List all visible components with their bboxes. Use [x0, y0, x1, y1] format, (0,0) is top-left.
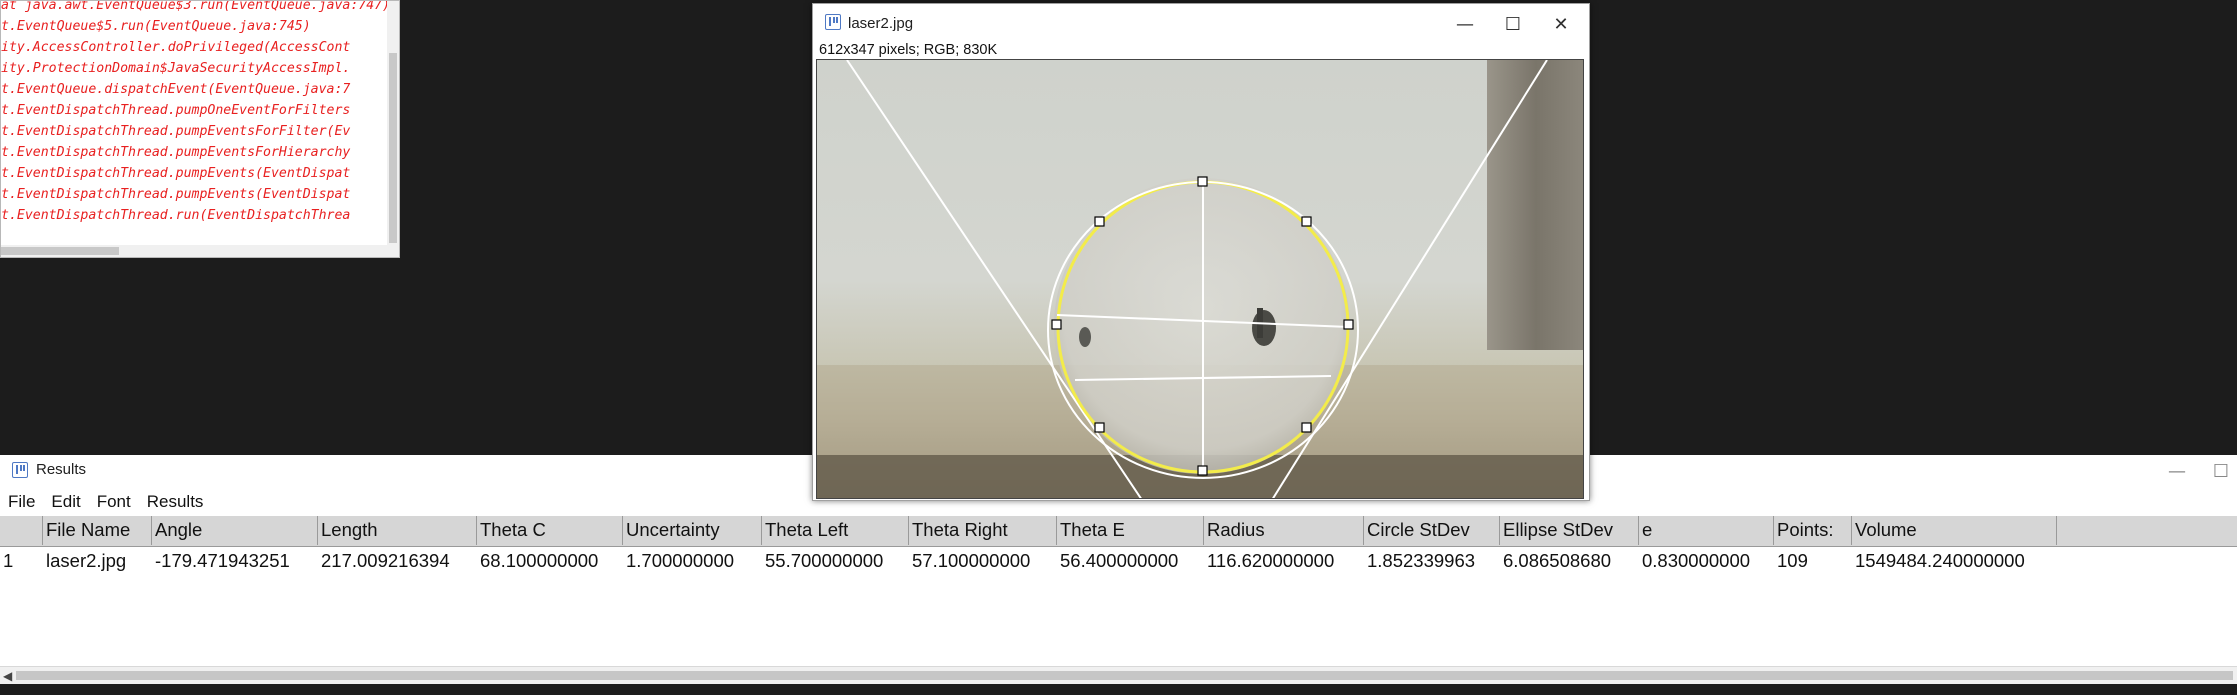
- image-canvas[interactable]: [816, 59, 1584, 499]
- column-header-radius[interactable]: Radius: [1204, 516, 1364, 545]
- roi-handle[interactable]: [1197, 176, 1208, 187]
- imagej-app-icon: [12, 462, 28, 478]
- console-output: at java.awt.EventQueue$3.run(EventQueue.…: [1, 0, 387, 226]
- console-line: t.EventDispatchThread.pumpEvents(EventDi…: [1, 187, 351, 202]
- menu-font[interactable]: Font: [89, 488, 139, 516]
- menu-edit[interactable]: Edit: [43, 488, 88, 516]
- results-table-header: File Name Angle Length Theta C Uncertain…: [0, 516, 2237, 547]
- console-vertical-scrollbar[interactable]: [387, 1, 399, 245]
- results-horizontal-scrollbar[interactable]: ◀: [0, 666, 2237, 684]
- image-window-titlebar[interactable]: laser2.jpg — ☐ ✕: [813, 4, 1589, 42]
- column-header-points[interactable]: Points:: [1774, 516, 1852, 545]
- roi-handle[interactable]: [1301, 422, 1312, 433]
- column-header-theta-left[interactable]: Theta Left: [762, 516, 909, 545]
- roi-handle[interactable]: [1301, 216, 1312, 227]
- cell-circle-stdev: 1.852339963: [1367, 550, 1476, 571]
- cell-angle: -179.471943251: [155, 550, 290, 571]
- column-header-theta-c[interactable]: Theta C: [477, 516, 623, 545]
- minimize-button[interactable]: —: [2155, 455, 2199, 487]
- image-info-text: 612x347 pixels; RGB; 830K: [819, 42, 998, 58]
- roi-handle[interactable]: [1197, 465, 1208, 476]
- column-header-theta-right[interactable]: Theta Right: [909, 516, 1057, 545]
- column-header-file-name[interactable]: File Name: [43, 516, 152, 545]
- column-header-e[interactable]: e: [1639, 516, 1774, 545]
- image-window-title: laser2.jpg: [848, 15, 914, 32]
- cell-points: 109: [1777, 550, 1808, 571]
- column-header-circle-stdev[interactable]: Circle StDev: [1364, 516, 1500, 545]
- cell-volume: 1549484.240000000: [1855, 550, 2025, 571]
- cell-index: 1: [3, 550, 14, 571]
- column-header-angle[interactable]: Angle: [152, 516, 318, 545]
- console-line: t.EventDispatchThread.pumpEvents(EventDi…: [1, 166, 351, 181]
- maximize-button[interactable]: ☐: [1491, 8, 1535, 40]
- console-line: t.EventQueue.dispatchEvent(EventQueue.ja…: [1, 82, 351, 97]
- results-horizontal-scroll-thumb[interactable]: [16, 671, 2233, 680]
- console-window: at java.awt.EventQueue$3.run(EventQueue.…: [0, 0, 400, 258]
- imagej-app-icon: [825, 14, 841, 30]
- maximize-button[interactable]: ☐: [2205, 455, 2237, 487]
- cell-e: 0.830000000: [1642, 550, 1751, 571]
- roi-handle[interactable]: [1343, 319, 1354, 330]
- console-horizontal-scrollbar[interactable]: [1, 245, 399, 257]
- cell-theta-left: 55.700000000: [765, 550, 884, 571]
- console-line: t.EventDispatchThread.pumpEventsForFilte…: [1, 124, 351, 139]
- desktop-strip: [0, 684, 2237, 695]
- cell-file-name: laser2.jpg: [46, 550, 127, 571]
- console-line: ity.AccessController.doPrivileged(Access…: [1, 40, 351, 55]
- photo-background: [817, 60, 1583, 498]
- console-line: t.EventDispatchThread.pumpOneEventForFil…: [1, 103, 351, 118]
- cell-theta-c: 68.100000000: [480, 550, 599, 571]
- roi-handle[interactable]: [1094, 422, 1105, 433]
- table-row[interactable]: 1 laser2.jpg -179.471943251 217.00921639…: [0, 546, 2237, 576]
- cell-theta-right: 57.100000000: [912, 550, 1031, 571]
- minimize-button[interactable]: —: [1443, 8, 1487, 40]
- console-vertical-scroll-thumb[interactable]: [389, 53, 397, 243]
- roi-handle[interactable]: [1051, 319, 1062, 330]
- column-header-length[interactable]: Length: [318, 516, 477, 545]
- close-button[interactable]: ✕: [1539, 8, 1583, 40]
- cell-length: 217.009216394: [321, 550, 450, 571]
- console-line: t.EventDispatchThread.pumpEventsForHiera…: [1, 145, 351, 160]
- results-menubar: File Edit Font Results: [0, 488, 211, 516]
- console-line: at java.awt.EventQueue$3.run(EventQueue.…: [1, 0, 387, 13]
- cell-uncertainty: 1.700000000: [626, 550, 735, 571]
- cell-radius: 116.620000000: [1207, 550, 1335, 571]
- console-horizontal-scroll-thumb[interactable]: [1, 247, 119, 255]
- menu-results[interactable]: Results: [139, 488, 212, 516]
- column-header-uncertainty[interactable]: Uncertainty: [623, 516, 762, 545]
- console-line: ity.ProtectionDomain$JavaSecurityAccessI…: [1, 61, 351, 76]
- column-header-theta-e[interactable]: Theta E: [1057, 516, 1204, 545]
- results-title: Results: [36, 461, 87, 478]
- roi-handle[interactable]: [1094, 216, 1105, 227]
- column-header-index[interactable]: [0, 516, 43, 545]
- image-window: laser2.jpg — ☐ ✕ 612x347 pixels; RGB; 83…: [812, 3, 1590, 501]
- column-header-ellipse-stdev[interactable]: Ellipse StDev: [1500, 516, 1639, 545]
- menu-file[interactable]: File: [0, 488, 43, 516]
- image-canvas-svg[interactable]: [817, 60, 1584, 499]
- column-header-volume[interactable]: Volume: [1852, 516, 2057, 545]
- cell-theta-e: 56.400000000: [1060, 550, 1179, 571]
- console-line: t.EventQueue$5.run(EventQueue.java:745): [1, 19, 311, 34]
- scroll-left-arrow-icon[interactable]: ◀: [3, 669, 12, 683]
- cell-ellipse-stdev: 6.086508680: [1503, 550, 1612, 571]
- console-line: t.EventDispatchThread.run(EventDispatchT…: [1, 208, 351, 223]
